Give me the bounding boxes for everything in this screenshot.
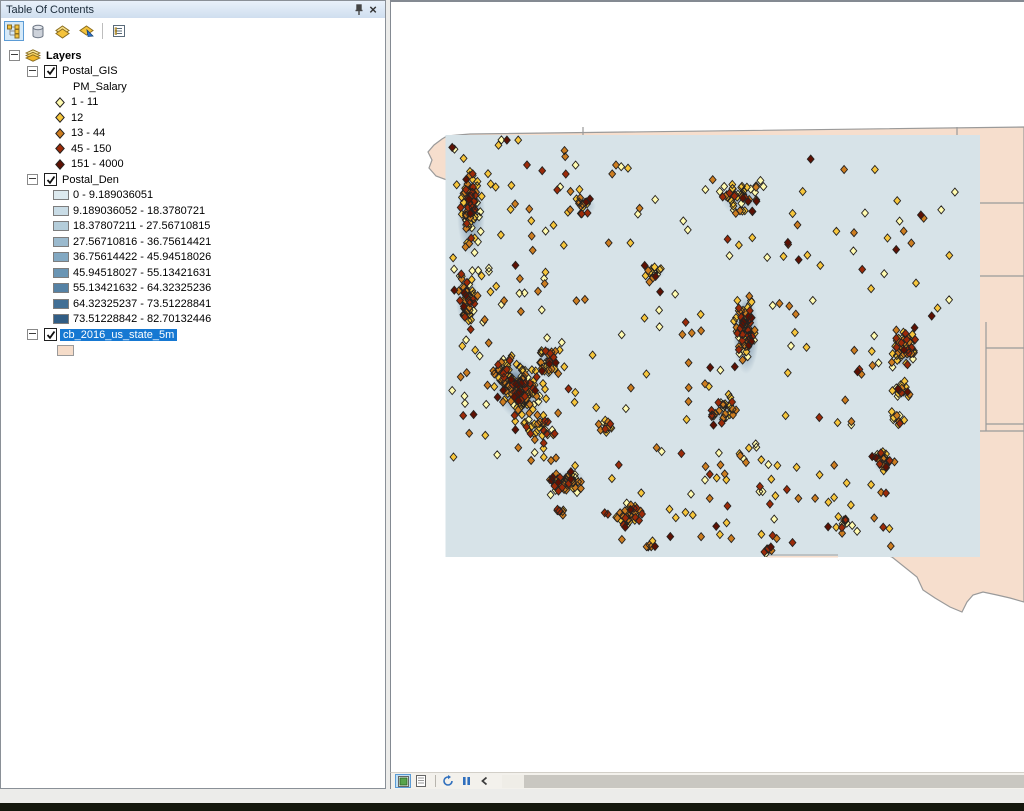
legend-class-row: 9.189036052 - 18.3780721: [1, 203, 385, 219]
class-symbol: [53, 221, 69, 232]
layer-swatch-row: [1, 343, 385, 359]
layer-checkbox[interactable]: [44, 64, 57, 78]
application-statusbar: [0, 789, 1024, 803]
class-label: 1 - 11: [71, 96, 99, 109]
toolbar-separator: [102, 23, 103, 39]
layer-checkbox[interactable]: [44, 173, 57, 187]
layer-item-postal-gis: Postal_GIS: [1, 64, 385, 80]
class-label: 0 - 9.189036051: [73, 189, 154, 202]
refresh-view-button[interactable]: [440, 774, 456, 788]
taskbar-edge: [0, 803, 1024, 811]
class-symbol: [53, 112, 67, 124]
list-by-selection-button[interactable]: [76, 21, 96, 41]
legend-class-row: 36.75614422 - 45.94518026: [1, 250, 385, 266]
class-symbol: [53, 158, 67, 170]
class-symbol: [53, 143, 67, 155]
legend-class-row: 27.56710816 - 36.75614421: [1, 234, 385, 250]
toc-title: Table Of Contents: [6, 3, 95, 16]
map-view[interactable]: [390, 0, 1024, 772]
scroll-left-button[interactable]: [476, 774, 492, 788]
legend-class-row: 45.94518027 - 55.13421631: [1, 265, 385, 281]
field-label: PM_Salary: [73, 80, 127, 93]
list-by-visibility-button[interactable]: [52, 21, 72, 41]
class-label: 12: [71, 111, 84, 124]
legend-class-row: 12: [1, 110, 385, 126]
class-label: 45.94518027 - 55.13421631: [73, 266, 212, 279]
layer-label[interactable]: Postal_GIS: [62, 65, 118, 77]
layer-item-cb-2016-us-state-5m: cb_2016_us_state_5m: [1, 327, 385, 343]
toc-options-button[interactable]: [109, 21, 129, 41]
toc-toolbar: [1, 18, 385, 44]
expander-icon[interactable]: [27, 329, 38, 341]
class-symbol: [53, 96, 67, 108]
legend-class-row: 13 - 44: [1, 126, 385, 142]
layer-label[interactable]: Postal_Den: [62, 174, 119, 186]
class-symbol: [53, 190, 69, 201]
class-symbol: [53, 236, 69, 247]
legend-class-row: 151 - 4000: [1, 157, 385, 173]
class-label: 64.32325237 - 73.51228841: [73, 297, 212, 310]
class-label: 13 - 44: [71, 127, 106, 140]
polygon-symbol: [57, 344, 74, 356]
class-label: 45 - 150: [71, 142, 112, 155]
class-symbol: [53, 205, 69, 216]
table-of-contents-panel: Table Of Contents × Layers Postal_GIS PM…: [0, 0, 386, 789]
tree-root-row: Layers: [1, 48, 385, 64]
legend-class-row: 18.37807211 - 27.56710815: [1, 219, 385, 235]
layer-item-postal-den: Postal_Den: [1, 172, 385, 188]
legend-class-row: 55.13421632 - 64.32325236: [1, 281, 385, 297]
layer-field-row: PM_Salary: [1, 79, 385, 95]
layout-view-button[interactable]: [413, 774, 429, 788]
class-label: 18.37807211 - 27.56710815: [73, 220, 211, 233]
expander-icon[interactable]: [27, 174, 38, 186]
expander-icon[interactable]: [27, 65, 38, 77]
class-symbol: [53, 127, 67, 139]
data-view-button[interactable]: [395, 774, 411, 788]
root-label[interactable]: Layers: [46, 50, 81, 62]
legend-class-row: 64.32325237 - 73.51228841: [1, 296, 385, 312]
layer-checkbox[interactable]: [44, 328, 57, 342]
class-label: 73.51228842 - 82.70132446: [73, 313, 212, 326]
statusbar-separator: [435, 775, 436, 787]
layers-icon: [25, 49, 41, 62]
class-label: 9.189036052 - 18.3780721: [73, 204, 206, 217]
class-label: 151 - 4000: [71, 158, 124, 171]
expander-icon[interactable]: [9, 50, 20, 62]
class-symbol: [53, 267, 69, 278]
class-symbol: [53, 314, 69, 325]
toc-titlebar: Table Of Contents ×: [1, 1, 385, 18]
legend-class-row: 45 - 150: [1, 141, 385, 157]
map-statusbar: [390, 772, 1024, 789]
class-label: 36.75614422 - 45.94518026: [73, 251, 212, 264]
map-canvas[interactable]: [391, 2, 1024, 772]
scrollbar-thumb[interactable]: [524, 774, 1024, 788]
class-symbol: [53, 283, 69, 294]
legend-class-row: 73.51228842 - 82.70132446: [1, 312, 385, 328]
class-label: 27.56710816 - 36.75614421: [73, 235, 212, 248]
close-icon[interactable]: ×: [366, 2, 380, 17]
layer-label[interactable]: cb_2016_us_state_5m: [60, 328, 178, 341]
list-by-source-button[interactable]: [28, 21, 48, 41]
class-symbol: [53, 252, 69, 263]
layer-tree: Layers Postal_GIS PM_Salary 1 - 11 12 13 - 44…: [1, 44, 385, 358]
list-by-drawing-order-button[interactable]: [4, 21, 24, 41]
pause-drawing-button[interactable]: [458, 774, 474, 788]
legend-class-row: 1 - 11: [1, 95, 385, 111]
class-symbol: [53, 298, 69, 309]
legend-class-row: 0 - 9.189036051: [1, 188, 385, 204]
pin-icon[interactable]: [352, 3, 366, 17]
horizontal-scrollbar[interactable]: [502, 774, 1024, 788]
class-label: 55.13421632 - 64.32325236: [73, 282, 212, 295]
